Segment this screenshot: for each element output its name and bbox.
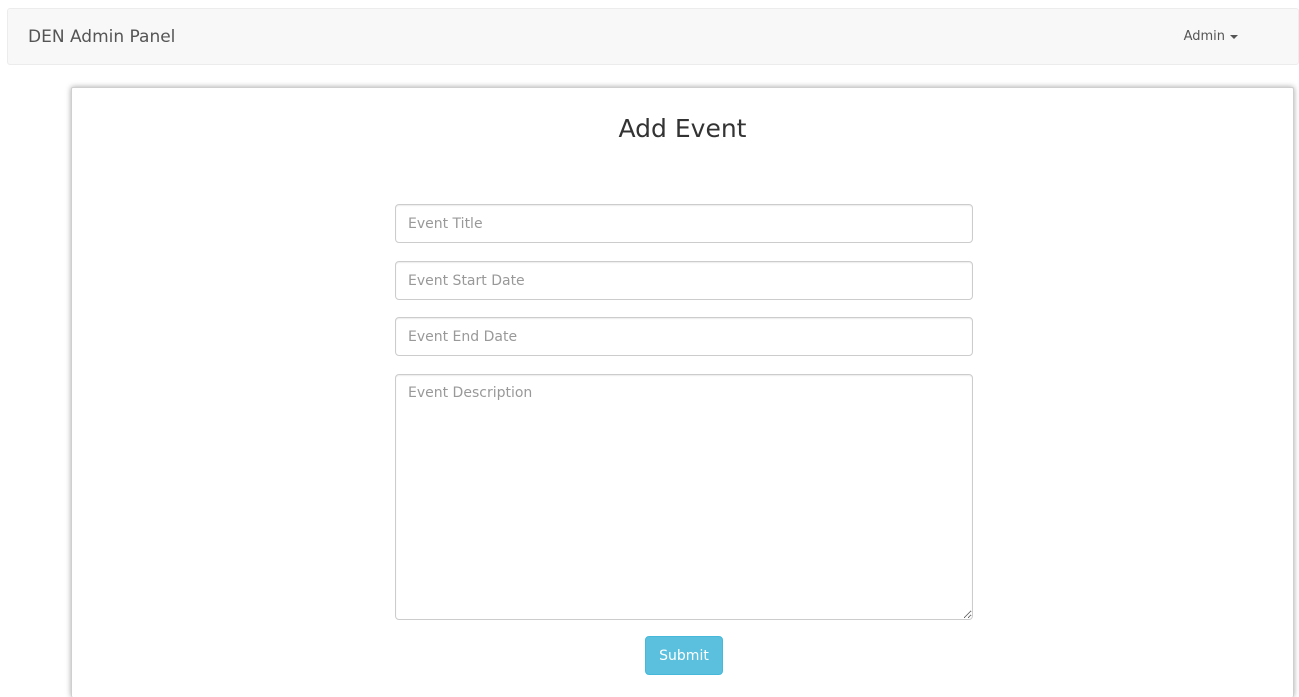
event-start-date-input[interactable] [395, 261, 973, 300]
event-description-textarea[interactable] [395, 374, 973, 620]
add-event-panel: Add Event Submit [71, 87, 1294, 697]
top-navbar: DEN Admin Panel Admin [7, 8, 1299, 65]
admin-user-menu-label: Admin [1183, 29, 1225, 44]
navbar-brand[interactable]: DEN Admin Panel [28, 27, 175, 47]
caret-down-icon [1230, 34, 1238, 39]
event-title-input[interactable] [395, 204, 973, 243]
event-end-date-input[interactable] [395, 317, 973, 356]
admin-user-menu[interactable]: Admin [1184, 29, 1238, 45]
submit-button[interactable]: Submit [645, 636, 723, 675]
page-title: Add Event [618, 114, 747, 143]
